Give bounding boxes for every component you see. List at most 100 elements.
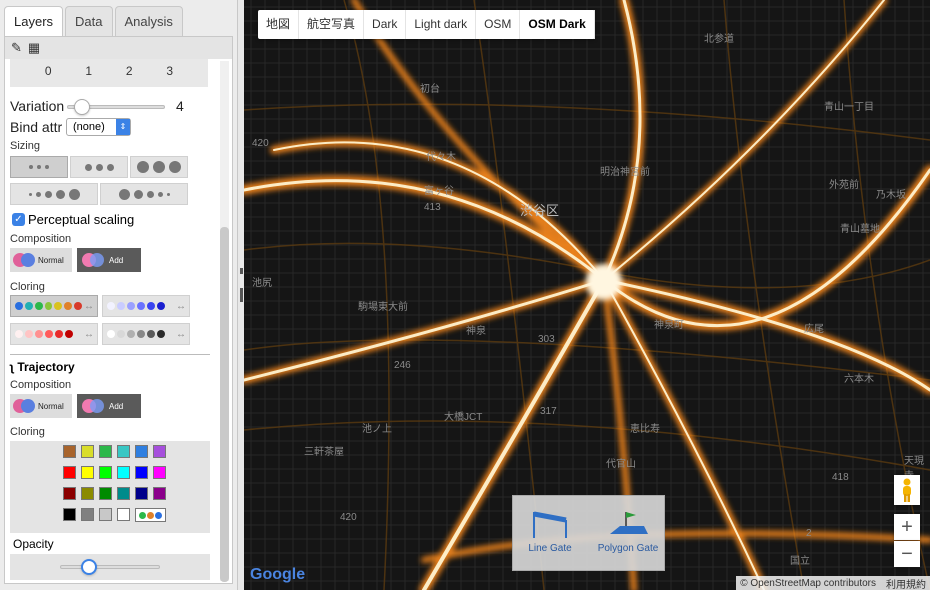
palette-swatch[interactable] (99, 508, 112, 521)
place-label: 神泉町 (654, 320, 684, 331)
palette-swatch[interactable] (117, 487, 130, 500)
scale-tick: 0 (44, 64, 52, 78)
palette-swatch[interactable] (63, 487, 76, 500)
polygon-gate-icon (610, 512, 648, 534)
palette-grid (10, 441, 210, 533)
place-label: 青山一丁目 (824, 102, 874, 113)
map-tab-light-dark[interactable]: Light dark (406, 10, 477, 39)
sizing-option-increasing[interactable] (10, 183, 98, 205)
palette-swatch[interactable] (63, 466, 76, 479)
trajectory-composition-normal-button[interactable]: Normal (10, 394, 72, 418)
opacity-slider-handle[interactable] (81, 559, 97, 575)
street-view-pegman[interactable] (894, 475, 920, 505)
palette-swatch[interactable] (99, 487, 112, 500)
blend-add-icon (79, 252, 109, 268)
perceptual-scaling-label: Perceptual scaling (28, 212, 135, 227)
palette-swatch[interactable] (81, 445, 94, 458)
palette-swatch[interactable] (135, 466, 148, 479)
panel-scrollbar-thumb[interactable] (220, 227, 229, 582)
wand-icon[interactable]: ✎ (11, 40, 22, 56)
color-dot (65, 330, 73, 338)
palette-swatch[interactable] (153, 466, 166, 479)
composition-normal-button[interactable]: Normal (10, 248, 72, 272)
cloring-option-rainbow[interactable]: ↔ (10, 295, 98, 317)
sizing-option-uniform-medium[interactable] (70, 156, 128, 178)
map-tab-map[interactable]: 地図 (258, 10, 300, 39)
palette-swatch[interactable] (81, 487, 94, 500)
palette-swatch[interactable] (135, 445, 148, 458)
palette-swatch[interactable] (63, 445, 76, 458)
color-dot (117, 302, 125, 310)
cloring-option-gray[interactable]: ↔ (102, 323, 190, 345)
perceptual-scaling-checkbox[interactable]: ✓ (12, 213, 25, 226)
trajectory-composition-add-button[interactable]: Add (77, 394, 141, 418)
terms-link[interactable]: 利用規約 (886, 576, 926, 590)
palette-swatch[interactable] (117, 466, 130, 479)
palette-swatch[interactable] (81, 508, 94, 521)
opacity-slider[interactable] (60, 565, 160, 569)
palette-swatch[interactable] (135, 487, 148, 500)
zoom-out-button[interactable]: − (894, 541, 920, 567)
opacity-label: Opacity (10, 534, 210, 554)
color-dot (34, 302, 43, 310)
place-label: 青山墓地 (840, 224, 880, 235)
layers-panel: ✎ ▦ 0 1 2 3 Variation 4 Bind attr (none)… (4, 36, 233, 584)
color-dot (64, 302, 73, 310)
line-gate-icon (533, 511, 567, 538)
palette-swatch[interactable] (153, 445, 166, 458)
line-gate-label: Line Gate (528, 543, 572, 554)
color-dot (137, 330, 145, 338)
route-number: 418 (832, 472, 849, 483)
bind-attr-select[interactable]: (none) ⇕ (66, 118, 131, 136)
color-dot (44, 302, 53, 310)
palette-swatch[interactable] (81, 466, 94, 479)
map-tab-dark[interactable]: Dark (364, 10, 407, 39)
sizing-option-uniform-large[interactable] (130, 156, 188, 178)
cloring-option-red[interactable]: ↔ (10, 323, 98, 345)
composition-add-label: Add (109, 255, 124, 265)
attribution-link[interactable]: © OpenStreetMap contributors (740, 578, 876, 589)
palette-swatch[interactable] (153, 487, 166, 500)
cloring-label: Cloring (10, 281, 45, 293)
palette-swatch[interactable] (99, 445, 112, 458)
map-tab-satellite[interactable]: 航空写真 (299, 10, 365, 39)
map-view[interactable]: 地図 航空写真 Dark Light dark OSM OSM Dark 渋谷区… (244, 0, 930, 590)
palette-multicolor-swatch[interactable] (135, 508, 166, 522)
gate-tools-panel: Line Gate Polygon Gate (512, 495, 665, 571)
zoom-in-button[interactable]: + (894, 514, 920, 540)
color-dot (127, 330, 135, 338)
color-dot (139, 511, 146, 519)
palette-swatch[interactable] (117, 445, 130, 458)
route-number: 246 (394, 360, 411, 371)
map-tab-osm-dark[interactable]: OSM Dark (520, 10, 595, 39)
tab-data[interactable]: Data (65, 6, 113, 36)
palette-swatch[interactable] (99, 466, 112, 479)
line-gate-button[interactable]: Line Gate (525, 506, 575, 562)
swap-arrow-icon: ↔ (84, 300, 95, 312)
place-label: 富ヶ谷 (424, 186, 454, 197)
scale-tick: 1 (85, 64, 93, 78)
variation-slider-handle[interactable] (74, 99, 91, 115)
place-label: 北参道 (704, 34, 734, 45)
tab-analysis[interactable]: Analysis (114, 6, 183, 36)
tab-layers[interactable]: Layers (4, 6, 64, 37)
place-label: 明治神宮前 (600, 167, 650, 178)
palette-swatch[interactable] (63, 508, 76, 521)
scale-tick: 3 (166, 64, 174, 78)
polygon-gate-button[interactable]: Polygon Gate (593, 506, 663, 562)
place-label: 代官山 (606, 459, 636, 470)
map-tab-osm[interactable]: OSM (476, 10, 521, 39)
place-label: 代々木 (426, 152, 456, 163)
cloring-option-blue[interactable]: ↔ (102, 295, 190, 317)
composition-add-button[interactable]: Add (77, 248, 141, 272)
color-dot (24, 302, 33, 310)
collapse-arrow-icon[interactable] (240, 268, 243, 274)
place-label: 国立 (790, 556, 810, 567)
sizing-option-uniform-small[interactable] (10, 156, 68, 178)
palette-swatch[interactable] (117, 508, 130, 521)
trajectory-title-text: Trajectory (17, 360, 75, 374)
grid-icon[interactable]: ▦ (28, 40, 40, 56)
sizing-option-decreasing[interactable] (100, 183, 188, 205)
splitter-handle[interactable] (240, 288, 243, 302)
color-dot (45, 330, 53, 338)
